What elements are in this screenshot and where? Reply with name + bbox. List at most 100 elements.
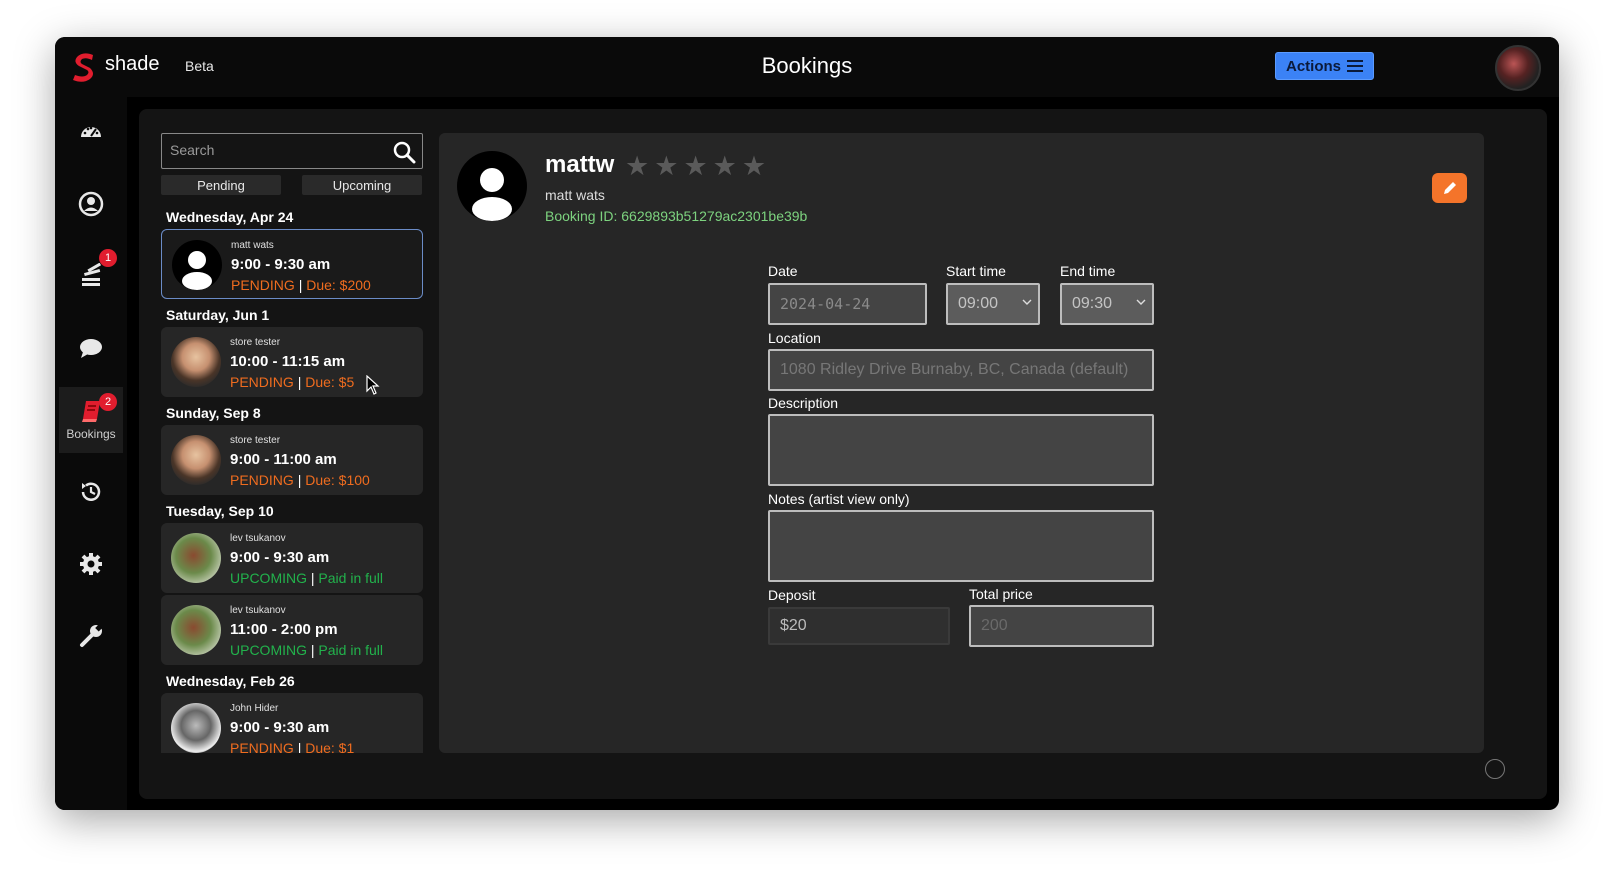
client-avatar xyxy=(171,533,221,583)
booking-status: PENDING xyxy=(230,740,294,753)
dashboard-icon xyxy=(81,126,101,137)
search-box xyxy=(161,133,423,169)
sidebar-item-tools[interactable] xyxy=(59,603,123,669)
booking-payment: Due: $5 xyxy=(305,374,355,390)
booking-client-name: matt wats xyxy=(231,240,274,251)
booking-status: UPCOMING xyxy=(230,642,307,658)
client-avatar xyxy=(171,435,221,485)
notes-textarea[interactable] xyxy=(768,510,1154,582)
total-price-value: 200 xyxy=(981,617,1008,634)
booking-status: PENDING xyxy=(230,472,294,488)
user-icon xyxy=(78,191,104,217)
start-time-value: 09:00 xyxy=(958,295,999,312)
star-icon[interactable]: ★ xyxy=(713,153,737,180)
caption-icon[interactable] xyxy=(1485,759,1505,779)
deposit-label: Deposit xyxy=(768,587,816,603)
booking-time: 10:00 - 11:15 am xyxy=(230,353,346,370)
sidebar-item-dashboard[interactable] xyxy=(59,99,123,165)
end-time-value: 09:30 xyxy=(1072,295,1113,312)
booking-card[interactable]: store tester 9:00 - 11:00 am PENDING | D… xyxy=(161,425,423,495)
sidebar-item-stack[interactable]: 1 xyxy=(59,243,123,309)
star-icon[interactable]: ★ xyxy=(625,153,649,180)
booking-status-line: UPCOMING | Paid in full xyxy=(230,570,383,586)
end-time-select[interactable]: 09:30 xyxy=(1060,283,1154,325)
sidebar-item-profile[interactable] xyxy=(59,171,123,237)
booking-status-line: PENDING | Due: $1 xyxy=(230,740,354,753)
filter-upcoming-button[interactable]: Upcoming xyxy=(302,175,422,195)
day-header: Wednesday, Feb 26 xyxy=(166,673,295,689)
booking-payment: Paid in full xyxy=(318,642,384,658)
search-icon[interactable] xyxy=(392,140,416,164)
booking-status: PENDING xyxy=(230,374,294,390)
user-avatar[interactable] xyxy=(1495,45,1541,91)
pencil-icon xyxy=(1443,182,1456,194)
date-value: 2024-04-24 xyxy=(780,295,871,313)
booking-status: UPCOMING xyxy=(230,570,307,586)
total-price-label: Total price xyxy=(969,586,1033,602)
description-textarea[interactable] xyxy=(768,414,1154,486)
location-value: 1080 Ridley Drive Burnaby, BC, Canada (d… xyxy=(780,361,1129,378)
status-separator: | xyxy=(310,642,315,658)
filter-pending-button[interactable]: Pending xyxy=(161,175,281,195)
default-avatar xyxy=(172,240,222,290)
booking-status-line: PENDING | Due: $100 xyxy=(230,472,370,488)
booking-time: 9:00 - 9:30 am xyxy=(230,719,330,736)
booking-payment: Paid in full xyxy=(318,570,384,586)
booking-card[interactable]: lev tsukanov 11:00 - 2:00 pm UPCOMING | … xyxy=(161,595,423,665)
history-icon xyxy=(81,482,101,501)
start-time-select[interactable]: 09:00 xyxy=(946,283,1040,325)
top-bar: shade Beta Bookings Actions xyxy=(55,37,1559,97)
client-avatar xyxy=(171,703,221,753)
edit-button[interactable] xyxy=(1432,173,1467,203)
booking-status-line: PENDING | Due: $5 xyxy=(230,374,354,390)
star-icon[interactable]: ★ xyxy=(654,153,678,180)
sidebar: 1 Bookings 2 xyxy=(55,97,127,810)
booking-status-line: PENDING | Due: $200 xyxy=(231,277,371,293)
search-input[interactable] xyxy=(170,142,380,158)
booking-card[interactable]: matt wats 9:00 - 9:30 am PENDING | Due: … xyxy=(161,229,423,299)
booking-list-panel: Pending Upcoming Wednesday, Apr 24 matt … xyxy=(161,133,423,753)
day-header: Saturday, Jun 1 xyxy=(166,307,270,323)
booking-status-line: UPCOMING | Paid in full xyxy=(230,642,383,658)
app-window: shade Beta Bookings Actions 1 Bookings 2… xyxy=(55,37,1559,810)
booking-card[interactable]: store tester 10:00 - 11:15 am PENDING | … xyxy=(161,327,423,397)
total-price-field[interactable]: 200 xyxy=(969,605,1154,647)
booking-card[interactable]: John Hider 9:00 - 9:30 am PENDING | Due:… xyxy=(161,693,423,753)
status-separator: | xyxy=(297,472,302,488)
booking-time: 9:00 - 9:30 am xyxy=(231,256,331,273)
booking-client-name: John Hider xyxy=(230,703,279,714)
actions-button[interactable]: Actions xyxy=(1275,52,1375,80)
stack-icon xyxy=(82,263,102,286)
description-label: Description xyxy=(768,395,839,411)
sidebar-item-settings[interactable] xyxy=(59,531,123,597)
day-header: Wednesday, Apr 24 xyxy=(166,209,294,225)
sidebar-item-messages[interactable] xyxy=(59,315,123,381)
rating-stars[interactable]: ★ ★ ★ ★ ★ xyxy=(625,153,766,180)
deposit-field[interactable]: $20 xyxy=(768,607,950,645)
booking-client-name: lev tsukanov xyxy=(230,533,286,544)
date-field[interactable]: 2024-04-24 xyxy=(768,283,927,325)
status-separator: | xyxy=(297,740,302,753)
location-field[interactable]: 1080 Ridley Drive Burnaby, BC, Canada (d… xyxy=(768,349,1154,391)
notification-badge: 1 xyxy=(99,249,117,267)
client-username: mattw xyxy=(545,151,615,178)
sidebar-item-bookings[interactable]: Bookings 2 xyxy=(59,387,123,453)
star-icon[interactable]: ★ xyxy=(742,153,766,180)
chat-icon xyxy=(80,339,102,358)
booking-time: 11:00 - 2:00 pm xyxy=(230,621,338,638)
booking-status: PENDING xyxy=(231,277,295,293)
booking-payment: Due: $200 xyxy=(306,277,371,293)
booking-client-name: store tester xyxy=(230,435,281,446)
sidebar-item-history[interactable] xyxy=(59,459,123,525)
booking-card[interactable]: lev tsukanov 9:00 - 9:30 am UPCOMING | P… xyxy=(161,523,423,593)
booking-payment: Due: $1 xyxy=(305,740,355,753)
notes-label: Notes (artist view only) xyxy=(768,491,910,507)
booking-time: 9:00 - 11:00 am xyxy=(230,451,337,468)
menu-lines-icon xyxy=(1347,60,1364,72)
location-label: Location xyxy=(768,330,821,346)
main-panel: Pending Upcoming Wednesday, Apr 24 matt … xyxy=(139,109,1547,799)
gear-icon xyxy=(80,553,102,575)
star-icon[interactable]: ★ xyxy=(683,153,707,180)
actions-label: Actions xyxy=(1286,57,1342,75)
booking-client-name: store tester xyxy=(230,337,281,348)
